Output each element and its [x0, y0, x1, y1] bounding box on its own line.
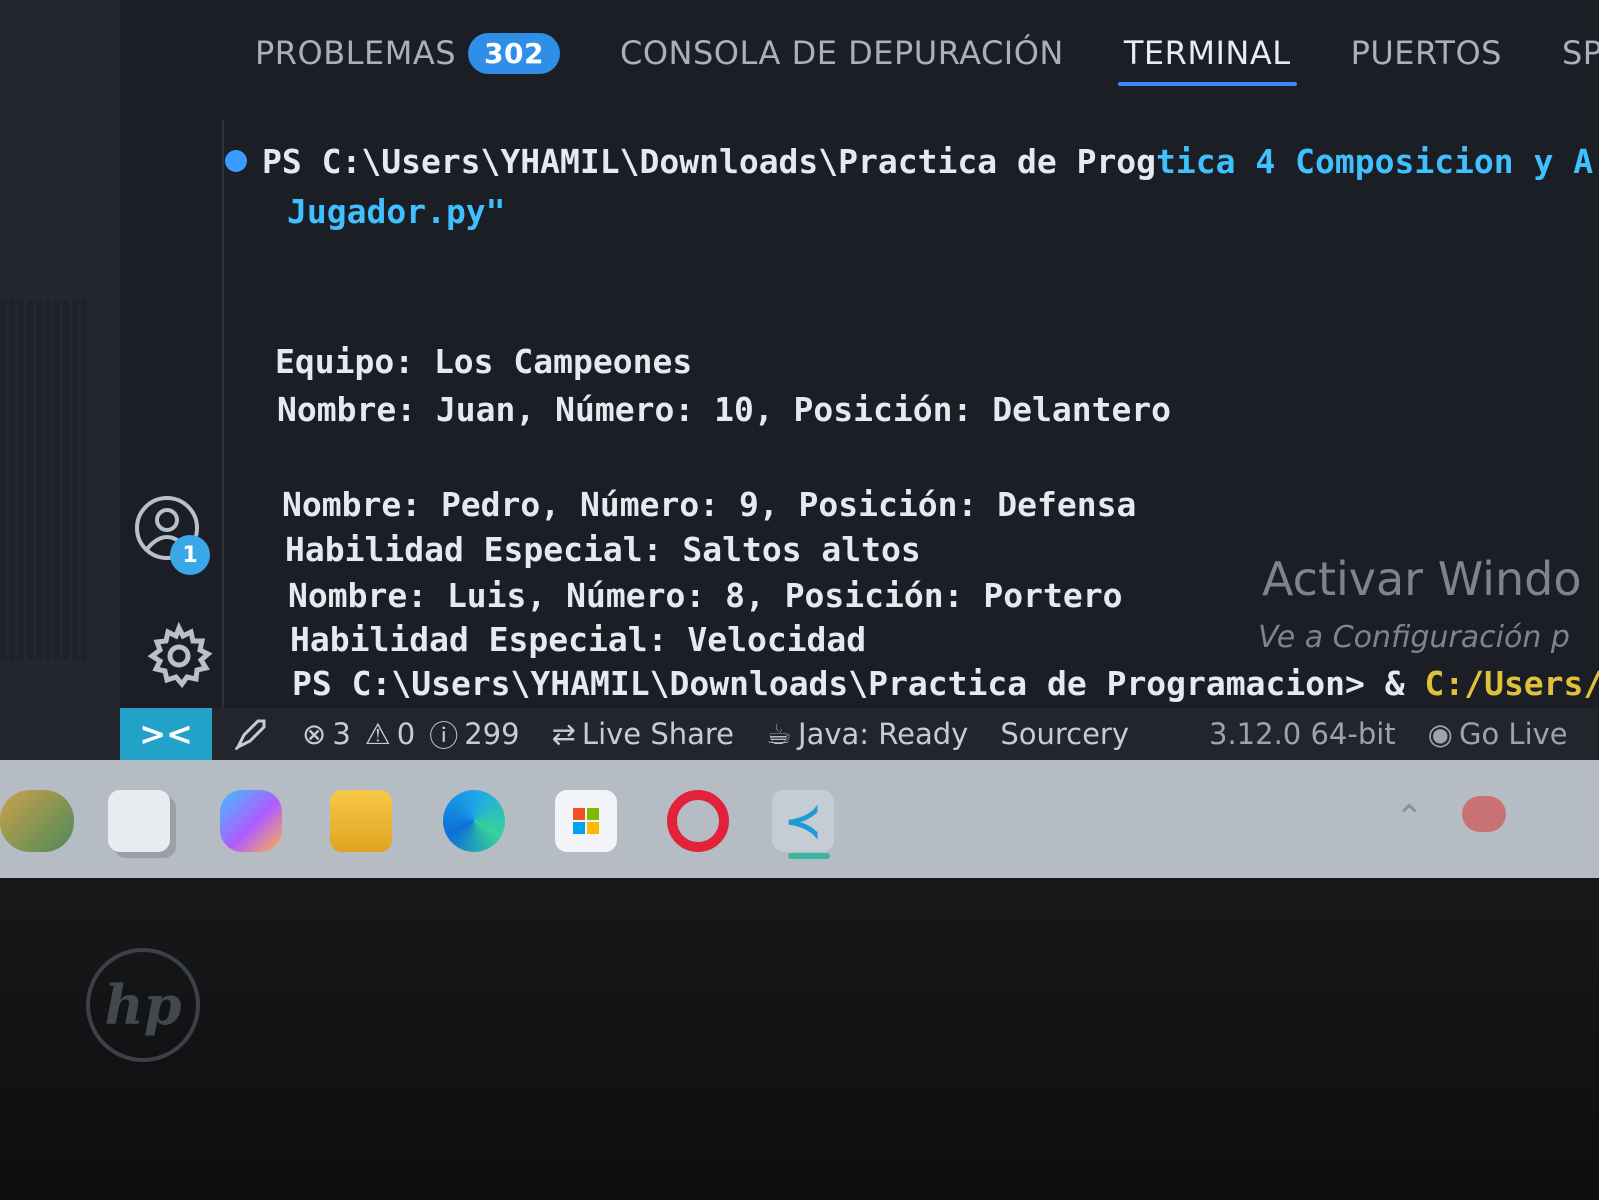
tray-app-icon[interactable]: [1462, 796, 1506, 832]
activity-bar: [0, 0, 120, 770]
tab-problemas[interactable]: PROBLEMAS 302: [255, 32, 560, 74]
chevron-up-icon[interactable]: ⌃: [1395, 798, 1424, 838]
python-interpreter[interactable]: 3.12.0 64-bit: [1209, 717, 1396, 751]
opera-icon[interactable]: [667, 790, 729, 852]
file-explorer-icon[interactable]: [330, 790, 392, 852]
terminal-output-line: Nombre: Pedro, Número: 9, Posición: Defe…: [282, 485, 1137, 524]
error-icon: ⊗: [302, 717, 327, 751]
sidebar-edge: [0, 300, 90, 660]
gear-icon[interactable]: [145, 622, 213, 690]
terminal-output-line: Equipo: Los Campeones: [275, 342, 693, 381]
store-icon[interactable]: [555, 790, 617, 852]
broadcast-icon: ◉: [1427, 717, 1453, 751]
tab-label: PUERTOS: [1350, 34, 1502, 72]
terminal-output-line: Nombre: Luis, Número: 8, Posición: Porte…: [288, 576, 1123, 615]
accounts-badge: 1: [170, 535, 210, 575]
command-status-icon: [225, 150, 247, 172]
problems-count-badge: 302: [468, 32, 560, 74]
problems-summary[interactable]: ⊗ 3 ⚠ 0 ⓘ 299: [302, 713, 520, 755]
activation-watermark-title: Activar Windo: [1262, 552, 1582, 606]
widgets-icon[interactable]: [0, 790, 74, 852]
info-icon: ⓘ: [429, 719, 459, 753]
terminal-command-continuation: Jugador.py": [287, 192, 506, 231]
edge-icon[interactable]: [443, 790, 505, 852]
hp-logo: hp: [86, 948, 200, 1062]
go-live-button[interactable]: ◉ Go Live: [1428, 717, 1568, 751]
terminal-output-line: Nombre: Juan, Número: 10, Posición: Dela…: [277, 390, 1172, 429]
tab-label: PROBLEMAS: [255, 34, 457, 72]
tab-consola-depuracion[interactable]: CONSOLA DE DEPURACIÓN: [620, 34, 1064, 72]
live-share-button[interactable]: ⇄ Live Share: [552, 717, 734, 751]
rocket-icon[interactable]: [232, 715, 270, 753]
terminal-command-line: PS C:\Users\YHAMIL\Downloads\Practica de…: [262, 142, 1594, 181]
coffee-icon: ☕: [766, 717, 793, 751]
copilot-icon[interactable]: [220, 790, 282, 852]
terminal-output-line: Habilidad Especial: Saltos altos: [285, 530, 921, 569]
tab-label: TERMINAL: [1123, 34, 1291, 72]
terminal-output-line: Habilidad Especial: Velocidad: [290, 620, 867, 659]
laptop-bezel: [0, 878, 1599, 1200]
live-share-icon: ⇄: [551, 717, 576, 751]
laptop-screen: ••• 1 PROBLEMAS 302 CONSOLA DE DEPURACIÓ…: [0, 0, 1599, 890]
tab-terminal[interactable]: TERMINAL: [1117, 34, 1297, 86]
active-app-indicator: [788, 853, 830, 859]
task-view-icon[interactable]: [108, 790, 170, 852]
tab-puertos[interactable]: PUERTOS: [1351, 34, 1502, 72]
terminal-prompt-line: PS C:\Users\YHAMIL\Downloads\Practica de…: [292, 664, 1599, 703]
status-bar: >< ⊗ 3 ⚠ 0 ⓘ 299 ⇄ Live Share ☕ Java: Ready S…: [120, 708, 1599, 760]
vscode-icon[interactable]: ≺: [772, 790, 834, 852]
tab-spell-checker[interactable]: SPELL CHEC: [1562, 34, 1599, 72]
panel-tabs: PROBLEMAS 302 CONSOLA DE DEPURACIÓN TERM…: [255, 18, 1599, 88]
sourcery-status[interactable]: Sourcery: [1000, 717, 1129, 751]
tab-label: SPELL CHEC: [1561, 34, 1599, 72]
activation-watermark-subtitle: Ve a Configuración p: [1258, 620, 1570, 655]
remote-indicator-icon[interactable]: ><: [120, 708, 212, 760]
warning-icon: ⚠: [364, 717, 391, 751]
tab-label: CONSOLA DE DEPURACIÓN: [619, 34, 1064, 72]
java-status[interactable]: ☕ Java: Ready: [766, 717, 968, 751]
